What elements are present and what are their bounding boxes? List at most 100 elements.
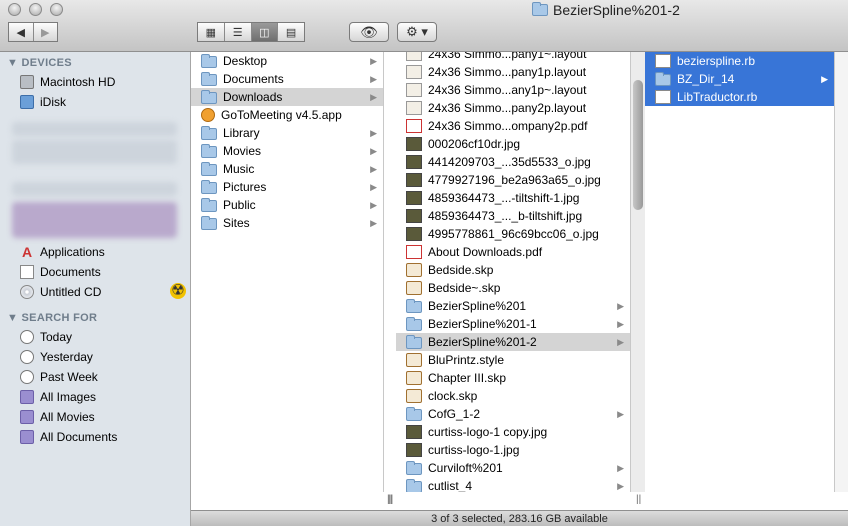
sidebar-item-macintosh-hd[interactable]: Macintosh HD <box>20 72 115 92</box>
list-item[interactable]: Curviloft%201 ▶ <box>396 459 630 477</box>
column-view-icon[interactable]: ◫ <box>251 23 279 41</box>
list-item[interactable]: Public ▶ <box>191 196 383 214</box>
list-item[interactable]: BezierSpline%201-2 ▶ <box>396 333 630 351</box>
list-item[interactable]: Sites ▶ <box>191 214 383 232</box>
list-item[interactable]: Chapter III.skp <box>396 369 630 387</box>
folder-icon <box>655 72 671 86</box>
ruby-file-icon <box>655 90 671 104</box>
smart-folder-icon <box>20 410 34 424</box>
sidebar-item-applications[interactable]: A Applications <box>20 242 105 262</box>
image-icon <box>406 191 422 205</box>
list-item[interactable]: 24x36 Simmo...any1p~.layout <box>396 81 630 99</box>
list-item[interactable]: GoToMeeting v4.5.app <box>191 106 383 124</box>
list-item[interactable]: BZ_Dir_14 ▶ <box>645 70 834 88</box>
action-button[interactable]: ⚙ ▾ <box>397 22 437 42</box>
blurred-region <box>12 182 177 196</box>
back-arrow-icon[interactable]: ◀ <box>9 23 34 41</box>
search-for-header-label: SEARCH FOR <box>21 312 98 324</box>
idisk-icon <box>20 95 34 109</box>
list-item[interactable]: clock.skp <box>396 387 630 405</box>
folder-icon <box>201 126 217 140</box>
sidebar-item-idisk[interactable]: iDisk <box>20 92 66 112</box>
sidebar-item-untitled-cd[interactable]: Untitled CD <box>20 282 101 302</box>
sketchup-file-icon <box>406 281 422 295</box>
list-item-label: Documents <box>223 72 284 86</box>
list-item[interactable]: LibTraductor.rb <box>645 88 834 106</box>
icon-view-icon[interactable]: ▦ <box>198 23 225 41</box>
scrollbar-thumb[interactable] <box>633 80 643 210</box>
sidebar-item-past-week[interactable]: Past Week <box>20 367 98 387</box>
folder-icon <box>201 162 217 176</box>
list-item[interactable]: BluPrintz.style <box>396 351 630 369</box>
list-item[interactable]: bezierspline.rb <box>645 52 834 70</box>
column-footer: || <box>396 492 645 510</box>
sidebar-item-today[interactable]: Today <box>20 327 72 347</box>
list-item[interactable]: 4859364473_..._b-tiltshift.jpg <box>396 207 630 225</box>
list-item[interactable]: Music ▶ <box>191 160 383 178</box>
disclosure-arrow-icon: ▶ <box>370 181 377 192</box>
list-item-label: Pictures <box>223 180 267 194</box>
folder-icon <box>201 54 217 68</box>
list-item[interactable]: 24x36 Simmo...pany1~.layout <box>396 52 630 63</box>
sidebar-item-all-documents[interactable]: All Documents <box>20 427 117 447</box>
list-item-label: CofG_1-2 <box>428 407 481 421</box>
document-icon <box>406 65 422 79</box>
folder-icon <box>406 335 422 349</box>
pdf-icon <box>406 119 422 133</box>
disclosure-arrow-icon: ▶ <box>370 145 377 156</box>
list-item[interactable]: Downloads ▶ <box>191 88 383 106</box>
quicklook-button[interactable]: 👁 <box>349 22 389 42</box>
list-view-icon[interactable]: ☰ <box>225 23 252 41</box>
list-item-label: Downloads <box>223 90 283 104</box>
close-window-button[interactable] <box>8 3 21 16</box>
list-item[interactable]: Library ▶ <box>191 124 383 142</box>
list-item[interactable]: BezierSpline%201-1 ▶ <box>396 315 630 333</box>
list-item[interactable]: 4414209703_...35d5533_o.jpg <box>396 153 630 171</box>
sidebar-item-documents[interactable]: Documents <box>20 262 101 282</box>
list-item[interactable]: cutlist_4 ▶ <box>396 477 630 492</box>
list-item[interactable]: 4859364473_...-tiltshift-1.jpg <box>396 189 630 207</box>
forward-arrow-icon[interactable]: ▶ <box>34 23 58 41</box>
list-item[interactable]: Desktop ▶ <box>191 52 383 70</box>
list-item[interactable]: Documents ▶ <box>191 70 383 88</box>
sidebar-item-label: Macintosh HD <box>40 75 116 89</box>
disclosure-arrow-icon: ▶ <box>617 318 624 329</box>
smart-folder-icon <box>20 390 34 404</box>
disclosure-arrow-icon: ▶ <box>370 217 377 228</box>
folder-icon <box>532 2 548 16</box>
minimize-window-button[interactable] <box>29 3 42 16</box>
list-item[interactable]: curtiss-logo-1 copy.jpg <box>396 423 630 441</box>
sidebar-item-yesterday[interactable]: Yesterday <box>20 347 93 367</box>
list-item[interactable]: 4779927196_be2a963a65_o.jpg <box>396 171 630 189</box>
list-item[interactable]: 24x36 Simmo...pany2p.layout <box>396 99 630 117</box>
empty-column <box>835 52 848 492</box>
list-item[interactable]: 000206cf10dr.jpg <box>396 135 630 153</box>
disclosure-arrow-icon: ▶ <box>370 127 377 138</box>
list-item[interactable]: curtiss-logo-1.jpg <box>396 441 630 459</box>
list-item-label: 24x36 Simmo...pany1~.layout <box>428 52 587 61</box>
list-item[interactable]: 24x36 Simmo...ompany2p.pdf <box>396 117 630 135</box>
list-item[interactable]: CofG_1-2 ▶ <box>396 405 630 423</box>
document-icon <box>406 101 422 115</box>
column-resize-handle[interactable]: || <box>636 494 641 505</box>
burn-icon[interactable]: ☢ <box>170 283 186 299</box>
vertical-scrollbar[interactable] <box>630 52 645 492</box>
list-item-label: About Downloads.pdf <box>428 245 543 259</box>
window-toolbar: BezierSpline%201-2 ◀ ▶ ▦ ☰ ◫ ▤ 👁 ⚙ ▾ <box>0 0 848 52</box>
list-item[interactable]: Bedside.skp <box>396 261 630 279</box>
list-item[interactable]: BezierSpline%201 ▶ <box>396 297 630 315</box>
list-item[interactable]: 24x36 Simmo...pany1p.layout <box>396 63 630 81</box>
sidebar-item-all-images[interactable]: All Images <box>20 387 96 407</box>
list-item[interactable]: Pictures ▶ <box>191 178 383 196</box>
cd-icon <box>20 285 34 299</box>
sidebar-item-all-movies[interactable]: All Movies <box>20 407 95 427</box>
blurred-region <box>12 202 177 238</box>
list-item[interactable]: Movies ▶ <box>191 142 383 160</box>
column-resize-handle[interactable]: || <box>388 494 393 505</box>
coverflow-view-icon[interactable]: ▤ <box>278 23 304 41</box>
zoom-window-button[interactable] <box>50 3 63 16</box>
list-item[interactable]: Bedside~.skp <box>396 279 630 297</box>
list-item[interactable]: 4995778861_96c69bcc06_o.jpg <box>396 225 630 243</box>
list-item[interactable]: About Downloads.pdf <box>396 243 630 261</box>
sketchup-file-icon <box>406 353 422 367</box>
